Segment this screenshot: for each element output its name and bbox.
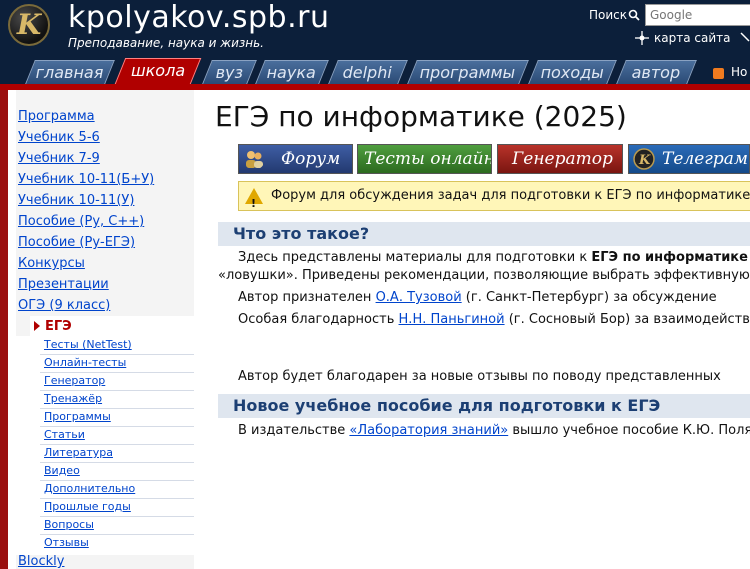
link-tuzova[interactable]: О.А. Тузовой	[376, 290, 462, 305]
generator-button-label: Генератор	[512, 149, 613, 169]
sidebar-item-guide-py-ege[interactable]: Пособие (Ру-ЕГЭ)	[18, 235, 135, 250]
online-tests-button[interactable]: Тесты онлайн	[357, 144, 492, 174]
main-tabs: главная школа вуз наука delphi программы…	[16, 58, 750, 84]
svg-text:K: K	[638, 153, 651, 168]
submenu-divider	[40, 426, 194, 427]
k-logo-icon: K	[633, 148, 655, 170]
site-logo[interactable]: K	[8, 4, 50, 46]
submenu-divider	[40, 408, 194, 409]
online-tests-button-label: Тесты онлайн	[364, 149, 492, 169]
section-title-what: Что это такое?	[233, 224, 370, 243]
submenu-divider	[40, 516, 194, 517]
submenu-divider	[40, 372, 194, 373]
tab-hikes[interactable]: походы	[528, 60, 617, 84]
tab-home[interactable]: главная	[25, 60, 115, 84]
thanks-paragraph-2: Особая благодарность Н.Н. Паньгиной (г. …	[238, 312, 750, 327]
submenu-item-articles[interactable]: Статьи	[44, 428, 85, 441]
page-frame-left	[0, 90, 8, 569]
submenu-item-generator[interactable]: Генератор	[44, 374, 105, 387]
sidebar-item-blockly[interactable]: Blockly	[18, 554, 64, 569]
forum-notice-text: Форум для обсуждения задач для подготовк…	[271, 188, 750, 203]
submenu-divider	[40, 444, 194, 445]
tab-delphi[interactable]: delphi	[328, 60, 408, 84]
submenu-divider	[40, 498, 194, 499]
submenu-item-literature[interactable]: Литература	[44, 446, 113, 459]
tab-school[interactable]: школа	[114, 58, 202, 84]
submenu-item-online-tests[interactable]: Онлайн-тесты	[44, 356, 126, 369]
generator-button[interactable]: Генератор	[497, 144, 623, 174]
sidebar-item-presentations[interactable]: Презентации	[18, 277, 109, 292]
sidebar-item-textbook-7-9[interactable]: Учебник 7-9	[18, 151, 100, 166]
page-title: ЕГЭ по информатике (2025)	[215, 100, 627, 133]
rss-icon[interactable]	[713, 68, 724, 79]
submenu-item-video[interactable]: Видео	[44, 464, 80, 477]
submenu-divider	[40, 534, 194, 535]
sidebar-item-program[interactable]: Программа	[18, 109, 95, 124]
site-subtitle: Преподавание, наука и жизнь.	[68, 36, 264, 50]
warning-icon: !	[245, 188, 263, 210]
forum-notice[interactable]: ! Форум для обсуждения задач для подгото…	[238, 181, 750, 211]
telegram-button[interactable]: K Телеграм	[628, 144, 750, 174]
link-lab-znaniy[interactable]: «Лаборатория знаний»	[349, 423, 508, 438]
tab-science[interactable]: наука	[255, 60, 329, 84]
submenu-item-trainer[interactable]: Тренажёр	[44, 392, 102, 405]
sidebar-item-guide-py-cpp[interactable]: Пособие (Ру, С++)	[18, 214, 144, 229]
sidebar-item-oge[interactable]: ОГЭ (9 класс)	[18, 298, 110, 313]
site-title[interactable]: kpolyakov.spb.ru	[68, 0, 329, 35]
submenu-divider	[40, 480, 194, 481]
link-pangina[interactable]: Н.Н. Паньгиной	[399, 312, 505, 327]
submenu-item-programs[interactable]: Программы	[44, 410, 111, 423]
forum-button[interactable]: Форум	[238, 144, 353, 174]
thanks-paragraph-1: Автор признателен О.А. Тузовой (г. Санкт…	[238, 290, 717, 305]
news-link[interactable]: Но	[731, 65, 747, 79]
search-input[interactable]	[645, 4, 750, 26]
feedback-paragraph: Автор будет благодарен за новые отзывы п…	[238, 369, 721, 384]
people-icon	[246, 151, 263, 168]
sidebar-item-textbook-10-11-u[interactable]: Учебник 10-11(У)	[18, 193, 134, 208]
submenu-divider	[40, 390, 194, 391]
submenu-divider	[40, 354, 194, 355]
submenu-item-past-years[interactable]: Прошлые годы	[44, 500, 131, 513]
intro-paragraph-line2: «ловушки». Приведены рекомендации, позво…	[218, 268, 750, 283]
submenu-item-extra[interactable]: Дополнительно	[44, 482, 135, 495]
submenu-divider	[40, 462, 194, 463]
section-title-new-book: Новое учебное пособие для подготовки к Е…	[233, 396, 661, 415]
tab-programs[interactable]: программы	[407, 60, 529, 84]
new-book-paragraph: В издательстве «Лаборатория знаний» вышл…	[238, 423, 750, 438]
forum-button-label: Форум	[281, 149, 341, 169]
page-frame-inner	[8, 90, 16, 569]
sidebar-item-contests[interactable]: Конкурсы	[18, 256, 85, 271]
tab-author[interactable]: автор	[616, 60, 697, 84]
submenu-item-nettest[interactable]: Тесты (NetTest)	[44, 338, 132, 351]
active-arrow-icon	[34, 321, 40, 331]
corner-icon	[740, 32, 750, 42]
sidebar-item-ege-label[interactable]: ЕГЭ	[45, 319, 72, 334]
telegram-button-label: Телеграм	[662, 149, 748, 169]
logo-letter: K	[16, 8, 42, 41]
sidebar-item-textbook-10-11-bu[interactable]: Учебник 10-11(Б+У)	[18, 172, 154, 187]
sidebar-item-textbook-5-6[interactable]: Учебник 5-6	[18, 130, 100, 145]
sitemap-icon	[635, 31, 649, 45]
search-label: Поиск	[589, 8, 628, 22]
search-icon[interactable]	[628, 9, 640, 21]
tab-university[interactable]: вуз	[202, 60, 257, 84]
submenu-item-questions[interactable]: Вопросы	[44, 518, 94, 531]
intro-paragraph-line1: Здесь представлены материалы для подгото…	[238, 250, 748, 265]
sitemap-link[interactable]: карта сайта	[654, 31, 730, 45]
submenu-item-reviews[interactable]: Отзывы	[44, 536, 89, 549]
